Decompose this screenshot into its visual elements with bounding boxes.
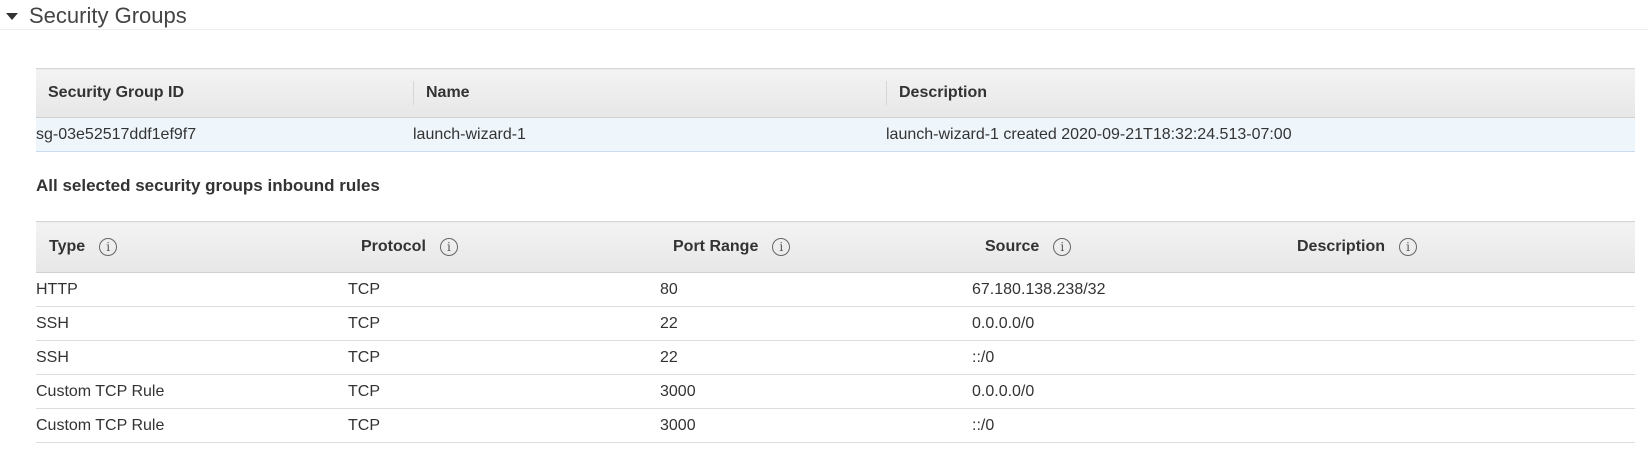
rule-type-cell: Custom TCP Rule [36,408,348,443]
rule-type-cell: SSH [36,340,348,375]
rule-type-cell: HTTP [36,272,348,307]
rule-protocol-cell: TCP [348,340,660,375]
rule-source-cell: ::/0 [972,408,1284,443]
collapse-caret-down-icon[interactable] [4,4,20,28]
rule-source-cell: 0.0.0.0/0 [972,306,1284,341]
table-row: Custom TCP Rule TCP 3000 ::/0 [36,408,1635,443]
inbound-rules-table: Type i Protocol i Port Range i Source i Desc… [36,221,1635,443]
security-groups-table: Security Group ID Name Description sg-03… [36,68,1635,152]
table-row: SSH TCP 22 ::/0 [36,340,1635,375]
table-row: HTTP TCP 80 67.180.138.238/32 [36,272,1635,307]
rule-source-cell: 0.0.0.0/0 [972,374,1284,409]
info-icon[interactable]: i [439,238,458,256]
rule-description-cell [1284,374,1635,409]
column-header-label: Name [413,81,886,105]
rule-protocol-cell: TCP [348,272,660,307]
rule-protocol-cell: TCP [348,374,660,409]
rule-port-range-cell: 3000 [660,408,972,443]
section-header: Security Groups [0,0,1648,30]
rule-protocol-cell: TCP [348,408,660,443]
rule-description-cell [1284,340,1635,375]
column-header-type[interactable]: Type i [36,221,348,273]
column-header-label: Protocol [361,238,426,255]
column-header-description[interactable]: Description [886,68,1635,118]
info-icon[interactable]: i [1399,238,1418,256]
column-header-label: Type [49,238,86,255]
rule-port-range-cell: 22 [660,340,972,375]
rule-source-cell: 67.180.138.238/32 [972,272,1284,307]
security-group-description-cell: launch-wizard-1 created 2020-09-21T18:32… [886,117,1635,152]
info-icon[interactable]: i [772,238,791,256]
rule-source-cell: ::/0 [972,340,1284,375]
column-header-label: Port Range [673,238,759,255]
info-icon[interactable]: i [1053,238,1072,256]
table-header-row: Type i Protocol i Port Range i Source i Desc… [36,221,1635,273]
rule-port-range-cell: 22 [660,306,972,341]
rule-description-cell [1284,306,1635,341]
rule-type-cell: SSH [36,306,348,341]
inbound-rules-heading: All selected security groups inbound rul… [36,176,380,195]
rule-protocol-cell: TCP [348,306,660,341]
section-title[interactable]: Security Groups [29,3,187,29]
column-header-label: Source [985,238,1040,255]
info-icon[interactable]: i [99,238,118,256]
column-header-port-range[interactable]: Port Range i [660,221,972,273]
rule-port-range-cell: 80 [660,272,972,307]
rule-description-cell [1284,272,1635,307]
security-groups-panel: Security Groups Security Group ID Name D… [0,0,1648,465]
rule-type-cell: Custom TCP Rule [36,374,348,409]
column-header-label: Description [1297,238,1386,255]
table-row[interactable]: sg-03e52517ddf1ef9f7 launch-wizard-1 lau… [36,117,1635,152]
column-header-label: Description [886,81,1635,105]
table-row: SSH TCP 22 0.0.0.0/0 [36,306,1635,341]
rule-port-range-cell: 3000 [660,374,972,409]
column-header-security-group-id[interactable]: Security Group ID [36,68,413,118]
security-group-name-cell: launch-wizard-1 [413,117,886,152]
column-header-description[interactable]: Description i [1284,221,1635,273]
column-header-label: Security Group ID [48,84,185,101]
column-header-name[interactable]: Name [413,68,886,118]
table-row: Custom TCP Rule TCP 3000 0.0.0.0/0 [36,374,1635,409]
column-header-source[interactable]: Source i [972,221,1284,273]
rule-description-cell [1284,408,1635,443]
table-header-row: Security Group ID Name Description [36,68,1635,118]
column-header-protocol[interactable]: Protocol i [348,221,660,273]
security-group-id-cell[interactable]: sg-03e52517ddf1ef9f7 [36,117,413,152]
